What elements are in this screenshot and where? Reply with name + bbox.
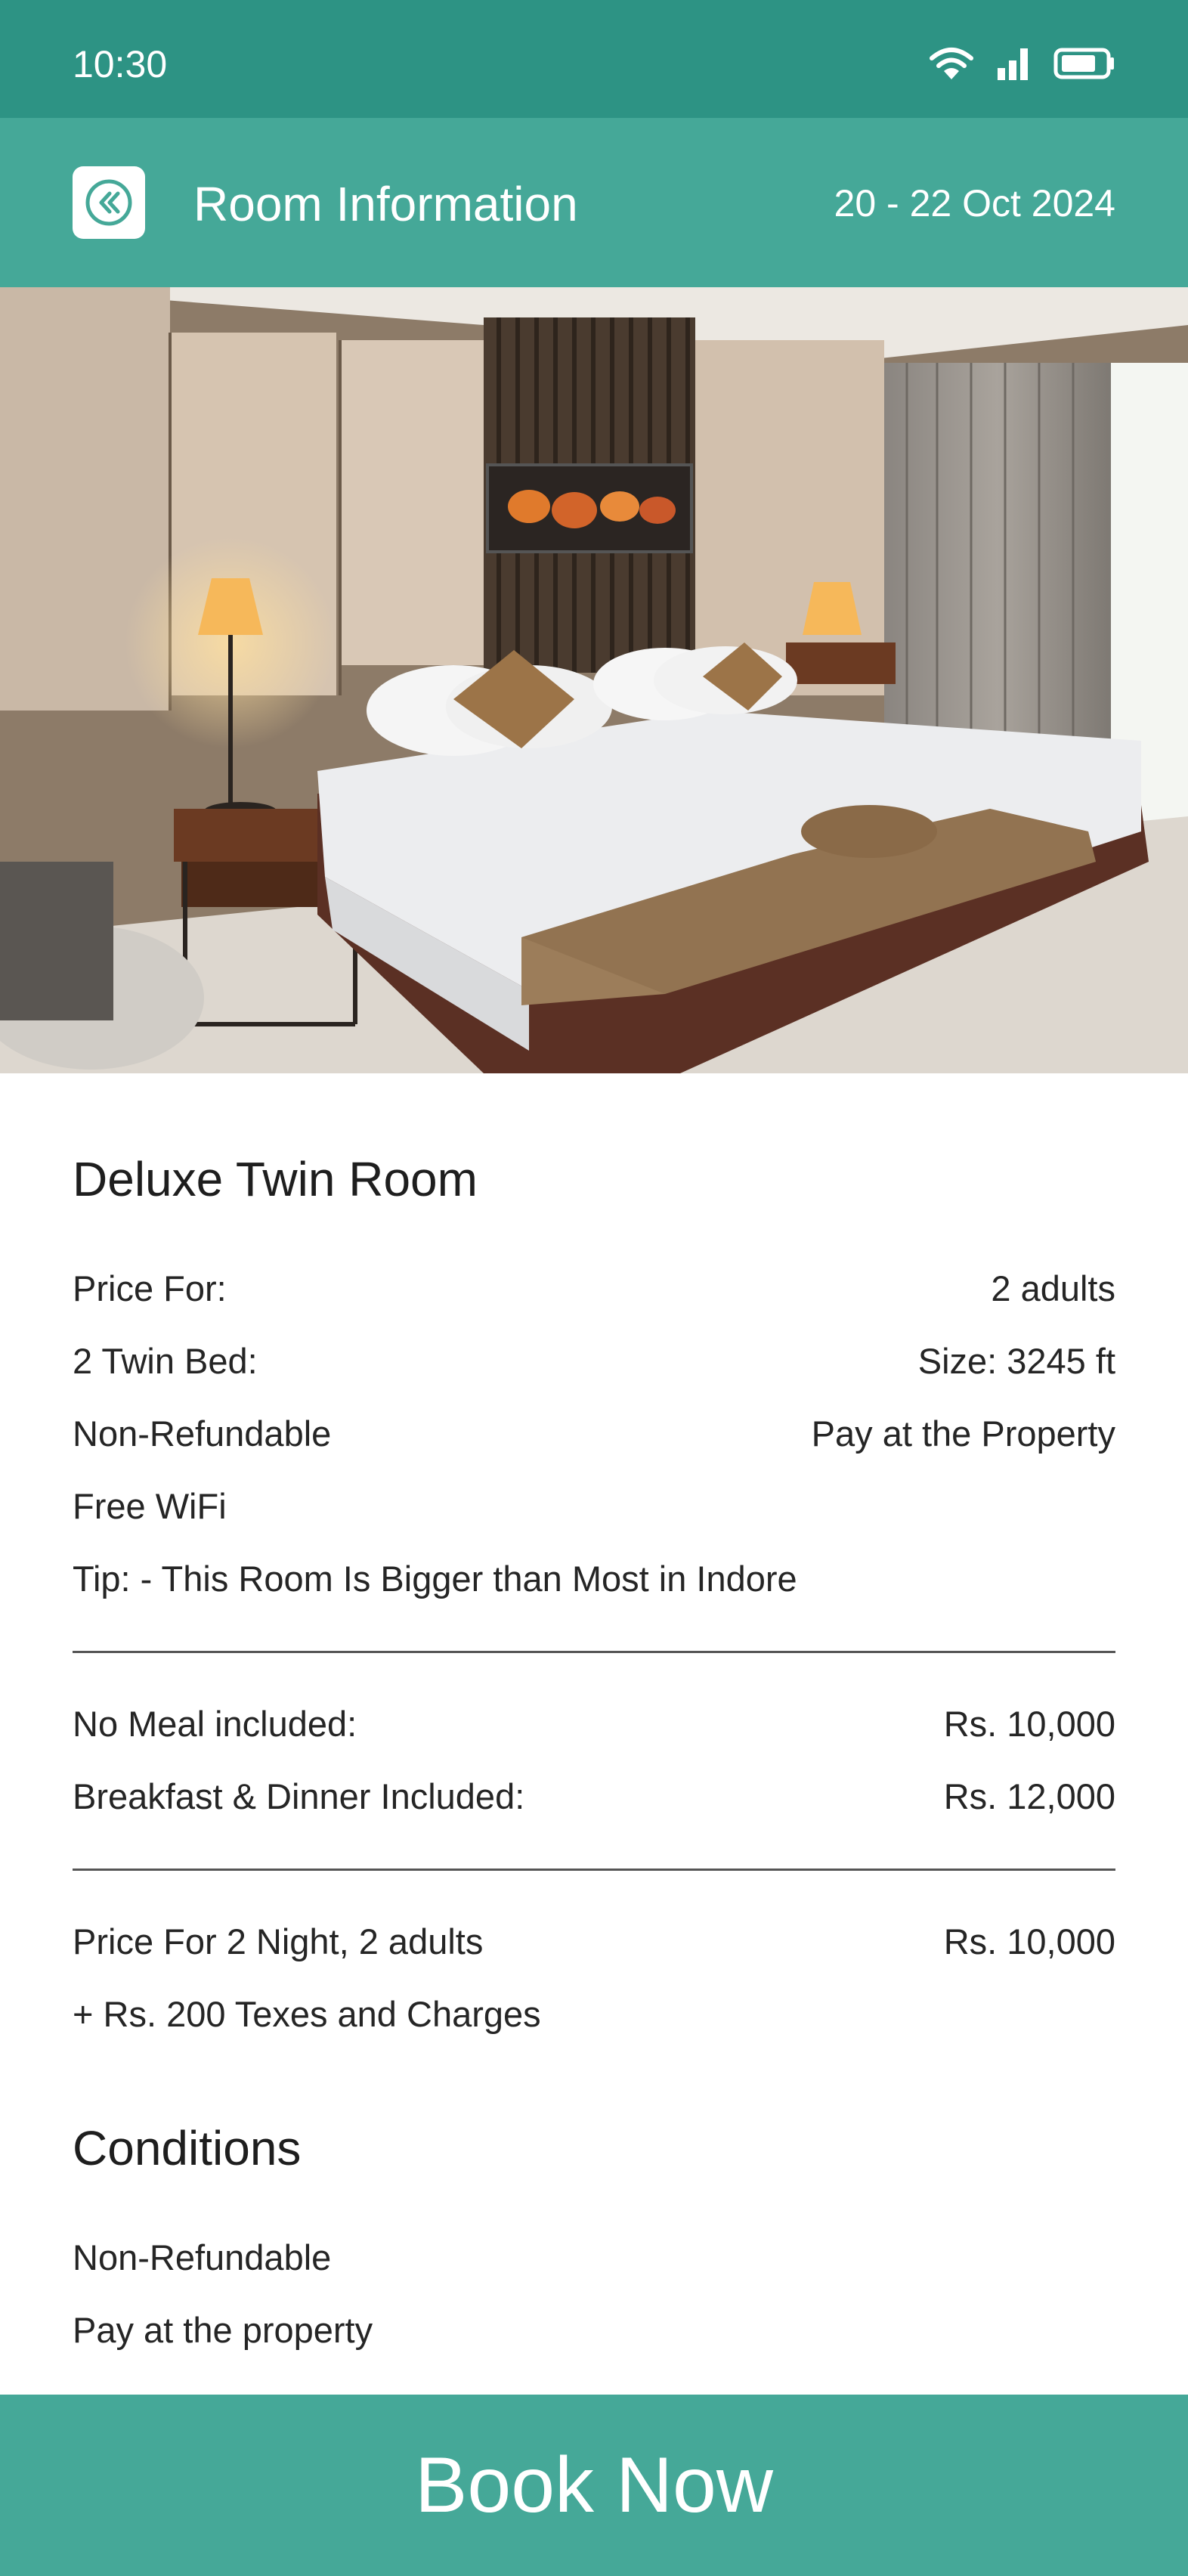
double-chevron-left-icon: [85, 179, 132, 226]
price-for-value: 2 adults: [991, 1268, 1115, 1308]
condition-text: Non-Refundable: [73, 2237, 332, 2277]
condition-item: Pay at the property: [73, 2307, 1115, 2354]
battery-icon: [1053, 48, 1114, 79]
meal-option-price: Rs. 12,000: [943, 1776, 1115, 1816]
condition-text: Pay at the property: [73, 2310, 373, 2350]
meal-option-label: No Meal included:: [73, 1704, 357, 1744]
status-icons: [930, 45, 1115, 82]
refund-policy: Non-Refundable: [73, 1413, 332, 1454]
payment-policy: Pay at the Property: [811, 1413, 1115, 1454]
taxes-text: + Rs. 200 Texes and Charges: [73, 1994, 541, 2034]
room-size: Size: 3245 ft: [917, 1341, 1115, 1381]
tip-row: Tip: - This Room Is Bigger than Most in …: [73, 1556, 1115, 1602]
wifi-icon: [930, 48, 973, 79]
room-tip: Tip: - This Room Is Bigger than Most in …: [73, 1559, 797, 1599]
app-bar: Room Information 20 - 22 Oct 2024: [0, 118, 1188, 287]
divider: [73, 1869, 1115, 1871]
meal-option-row: No Meal included: Rs. 10,000: [73, 1701, 1115, 1748]
meal-option-label: Breakfast & Dinner Included:: [73, 1776, 525, 1816]
total-price-label: Price For 2 Night, 2 adults: [73, 1921, 484, 1961]
book-now-button[interactable]: Book Now: [0, 2395, 1188, 2576]
bed-size-row: 2 Twin Bed: Size: 3245 ft: [73, 1338, 1115, 1385]
amenity-row: Free WiFi: [73, 1483, 1115, 1530]
status-time: 10:30: [73, 43, 168, 85]
stay-dates: 20 - 22 Oct 2024: [834, 182, 1115, 224]
taxes-row: + Rs. 200 Texes and Charges: [73, 1991, 1115, 2038]
policy-row: Non-Refundable Pay at the Property: [73, 1410, 1115, 1457]
signal-icon: [998, 48, 1028, 80]
back-button[interactable]: [73, 166, 145, 239]
bed-type: 2 Twin Bed:: [73, 1341, 258, 1381]
condition-item: Non-Refundable: [73, 2234, 1115, 2281]
divider: [73, 1651, 1115, 1653]
conditions-title: Conditions: [73, 2121, 302, 2175]
wifi-amenity: Free WiFi: [73, 1486, 227, 1526]
status-bar: 10:30: [0, 0, 1188, 118]
total-price-value: Rs. 10,000: [943, 1921, 1115, 1961]
page-title: Room Information: [193, 177, 578, 231]
price-for-label: Price For:: [73, 1268, 227, 1308]
price-for-row: Price For: 2 adults: [73, 1265, 1115, 1312]
meal-option-row: Breakfast & Dinner Included: Rs. 12,000: [73, 1773, 1115, 1820]
room-name: Deluxe Twin Room: [73, 1152, 478, 1206]
room-photo: [0, 287, 1188, 1073]
meal-option-price: Rs. 10,000: [943, 1704, 1115, 1744]
total-price-row: Price For 2 Night, 2 adults Rs. 10,000: [73, 1918, 1115, 1965]
